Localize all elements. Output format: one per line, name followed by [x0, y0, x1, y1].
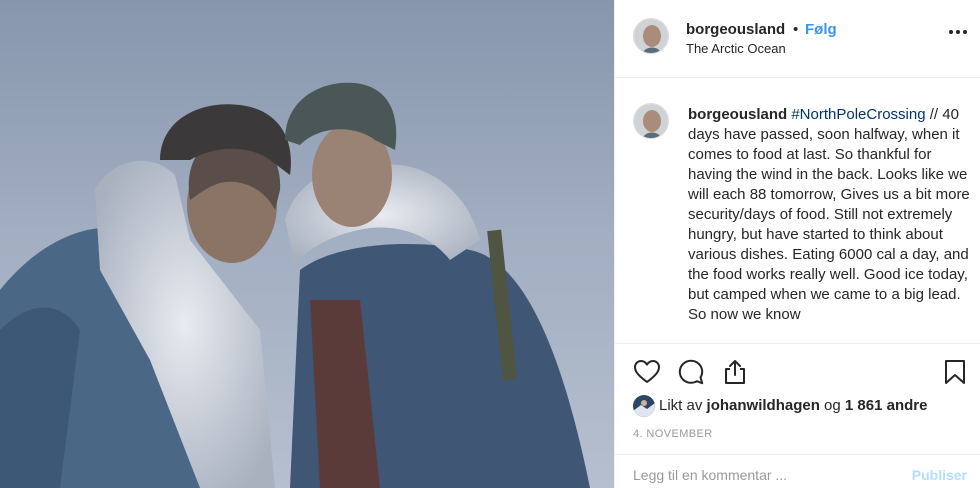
post-date[interactable]: 4. NOVEMBER	[633, 428, 713, 440]
likes-prefix: Likt av	[659, 397, 703, 414]
comment-input[interactable]	[633, 467, 873, 483]
caption-username[interactable]: borgeousland	[688, 106, 787, 123]
publish-button[interactable]: Publiser	[912, 467, 967, 483]
post-actions: Likt av johanwildhagen og 1 861 andre 4.…	[615, 343, 980, 488]
comments-section: borgeousland #NorthPoleCrossing // 40 da…	[615, 79, 980, 343]
header-separator: •	[793, 21, 799, 38]
heart-icon[interactable]	[633, 358, 661, 386]
instagram-post: borgeousland • Følg The Arctic Ocean bor…	[0, 0, 980, 488]
follow-button[interactable]: Følg	[805, 21, 837, 38]
caption-body: // 40 days have passed, soon halfway, wh…	[688, 106, 970, 323]
post-side-panel: borgeousland • Følg The Arctic Ocean bor…	[614, 0, 980, 488]
more-options-icon[interactable]	[949, 30, 967, 36]
post-photo-image	[0, 0, 614, 488]
share-icon[interactable]	[721, 358, 749, 386]
bookmark-icon[interactable]	[941, 358, 969, 386]
liker-username[interactable]: johanwildhagen	[707, 397, 820, 414]
caption-avatar[interactable]	[633, 103, 669, 139]
post-photo[interactable]	[0, 0, 614, 488]
post-header: borgeousland • Følg The Arctic Ocean	[615, 0, 980, 78]
likes-conjunction: og	[824, 397, 841, 414]
location-link[interactable]: The Arctic Ocean	[686, 41, 786, 56]
likes-count[interactable]: 1 861 andre	[845, 397, 928, 414]
caption-hashtag[interactable]: #NorthPoleCrossing	[791, 106, 925, 123]
liker-avatar[interactable]	[633, 395, 655, 417]
likes-summary: Likt av johanwildhagen og 1 861 andre	[659, 397, 927, 414]
avatar[interactable]	[633, 18, 669, 54]
header-username[interactable]: borgeousland	[686, 21, 785, 38]
speech-bubble-icon[interactable]	[677, 358, 705, 386]
caption-text: borgeousland #NorthPoleCrossing // 40 da…	[688, 105, 973, 325]
add-comment-bar: Publiser	[615, 454, 980, 488]
